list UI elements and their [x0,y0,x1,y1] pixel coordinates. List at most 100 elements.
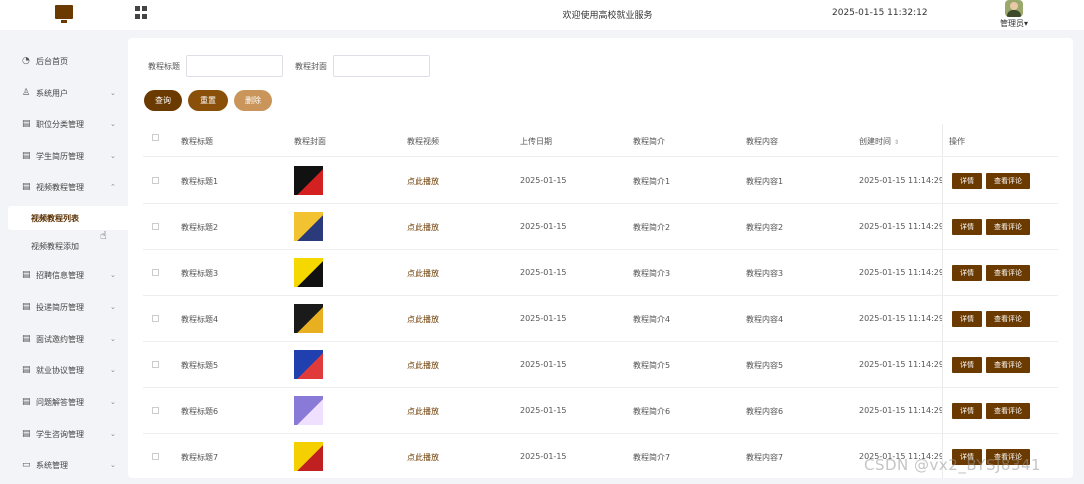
chevron-icon: ⌃ [110,183,116,191]
monitor-logo-icon [55,5,73,23]
detail-button[interactable]: 详情 [952,219,982,235]
sidebar-item[interactable]: ◔ 后台首页 [0,48,128,74]
list-icon: ▤ [22,428,31,439]
cover-thumbnail[interactable] [294,350,323,379]
detail-button[interactable]: 详情 [952,311,982,327]
sidebar-subitem[interactable]: 视频教程添加 [8,234,128,258]
row-checkbox[interactable] [152,223,159,230]
search-form: 教程标题 教程封面 [148,55,442,77]
reset-button[interactable]: 重置 [188,90,228,111]
play-video-link[interactable]: 点此播放 [407,406,439,417]
play-video-link[interactable]: 点此播放 [407,222,439,233]
cell-created-time: 2025-01-15 11:14:29 [859,176,944,185]
cover-thumbnail[interactable] [294,166,323,195]
delete-button[interactable]: 删除 [234,90,272,111]
sidebar-item[interactable]: ▤ 学生简历管理 ⌄ [0,143,128,169]
detail-button[interactable]: 详情 [952,403,982,419]
column-header-label: 教程内容 [746,137,778,146]
play-video-link[interactable]: 点此播放 [407,360,439,371]
grid-menu-icon[interactable] [135,6,148,19]
list-icon: ▤ [22,150,31,161]
column-header-label: 创建时间 [859,137,891,146]
view-comments-button[interactable]: 查看评论 [986,173,1030,189]
detail-button[interactable]: 详情 [952,357,982,373]
cell-intro: 教程简介4 [633,315,671,324]
view-comments-button[interactable]: 查看评论 [986,265,1030,281]
sidebar-item[interactable]: ▤ 问题解答管理 ⌄ [0,389,128,415]
cell-created-time: 2025-01-15 11:14:29 [859,222,944,231]
title-filter-input[interactable] [186,55,283,77]
column-header-label: 教程标题 [181,137,213,146]
sidebar-item[interactable]: ▤ 投递简历管理 ⌄ [0,294,128,320]
title-filter-label: 教程标题 [148,61,180,71]
cover-thumbnail[interactable] [294,442,323,471]
list-icon: ▤ [22,181,31,192]
sort-icon[interactable]: ⇕ [894,139,899,146]
sidebar-item[interactable]: ▤ 职位分类管理 ⌄ [0,111,128,137]
datetime: 2025-01-15 11:32:12 [832,8,928,18]
cell-content: 教程内容5 [746,361,784,370]
cover-thumbnail[interactable] [294,212,323,241]
sidebar-item[interactable]: ♙ 系统用户 ⌄ [0,80,128,106]
cell-created-time: 2025-01-15 11:14:29 [859,268,944,277]
list-icon: ▤ [22,396,31,407]
cover-filter-input[interactable] [333,55,430,77]
view-comments-button[interactable]: 查看评论 [986,311,1030,327]
play-video-link[interactable]: 点此播放 [407,314,439,325]
sidebar-item-label: 系统用户 [36,88,68,98]
sidebar-item-label: 就业协议管理 [36,365,84,375]
row-actions: 详情 查看评论 [942,342,1058,387]
column-header[interactable]: 创建时间 ⇕ [859,136,899,147]
row-checkbox[interactable] [152,361,159,368]
sidebar-item[interactable]: ▤ 招聘信息管理 ⌄ [0,262,128,288]
table-row: 教程标题6 点此播放 2025-01-15 教程简介6 教程内容6 2025-01-15 … [143,388,1058,434]
chevron-icon: ⌄ [110,366,116,374]
column-header: 教程标题 [181,136,213,147]
search-button[interactable]: 查询 [144,90,182,111]
play-video-link[interactable]: 点此播放 [407,268,439,279]
cell-upload-date: 2025-01-15 [520,452,567,461]
table-header: 教程标题 教程封面 教程视频 上传日期 教程简介 教程内容 创建时间 ⇕ 操作 [143,124,1058,157]
sidebar-item[interactable]: ▤ 视频教程管理 ⌃ [0,174,128,200]
row-checkbox[interactable] [152,315,159,322]
column-header-label: 教程封面 [294,137,326,146]
sidebar-item-label: 职位分类管理 [36,119,84,129]
sidebar-subitem[interactable]: 视频教程列表 [8,206,128,230]
row-checkbox[interactable] [152,407,159,414]
sidebar-item-label: 视频教程管理 [36,182,84,192]
user-menu[interactable]: 管理员▾ [1000,18,1028,29]
cell-created-time: 2025-01-15 11:14:29 [859,406,944,415]
chevron-down-icon: ▾ [1024,19,1029,28]
chevron-icon: ⌄ [110,430,116,438]
play-video-link[interactable]: 点此播放 [407,452,439,463]
sidebar-item[interactable]: ▭ 系统管理 ⌄ [0,452,128,478]
cover-thumbnail[interactable] [294,396,323,425]
avatar[interactable] [1005,0,1023,17]
user-label: 管理员 [1000,19,1024,28]
sidebar-item[interactable]: ▤ 面试邀约管理 ⌄ [0,326,128,352]
sidebar-item[interactable]: ▤ 就业协议管理 ⌄ [0,357,128,383]
cell-content: 教程内容7 [746,453,784,462]
row-checkbox[interactable] [152,177,159,184]
sidebar-item[interactable]: ▤ 学生咨询管理 ⌄ [0,421,128,447]
cell-content: 教程内容2 [746,223,784,232]
cell-title: 教程标题1 [181,177,219,186]
play-video-link[interactable]: 点此播放 [407,176,439,187]
cover-thumbnail[interactable] [294,304,323,333]
detail-button[interactable]: 详情 [952,265,982,281]
sidebar-subitem-label: 视频教程添加 [31,241,79,251]
view-comments-button[interactable]: 查看评论 [986,357,1030,373]
view-comments-button[interactable]: 查看评论 [986,219,1030,235]
row-checkbox[interactable] [152,453,159,460]
row-actions: 详情 查看评论 [942,250,1058,295]
row-checkbox[interactable] [152,269,159,276]
select-all-checkbox[interactable] [152,134,159,141]
cell-title: 教程标题2 [181,223,219,232]
hand-cursor-icon: ☝ [100,229,107,242]
detail-button[interactable]: 详情 [952,173,982,189]
cell-content: 教程内容3 [746,269,784,278]
column-header: 教程内容 [746,136,778,147]
cell-content: 教程内容6 [746,407,784,416]
view-comments-button[interactable]: 查看评论 [986,403,1030,419]
cover-thumbnail[interactable] [294,258,323,287]
